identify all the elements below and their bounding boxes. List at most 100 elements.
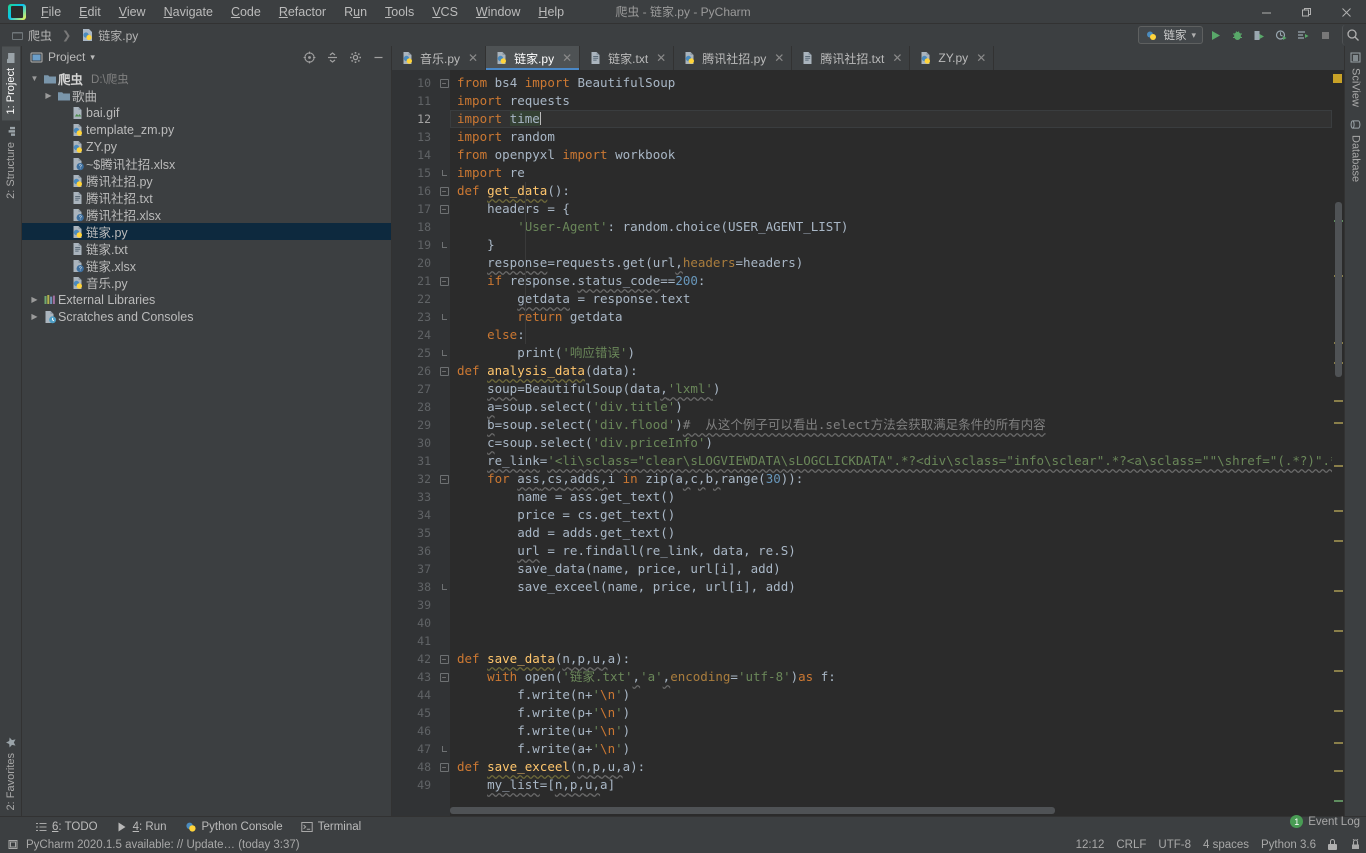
editor-tab[interactable]: 链家.txt ✕ (580, 46, 675, 70)
fold-slot[interactable] (438, 344, 450, 362)
file-encoding[interactable]: UTF-8 (1158, 839, 1191, 851)
tree-item[interactable]: ▶ External Libraries (22, 291, 391, 308)
code-line[interactable]: for ass,cs,adds,i in zip(a,c,b,range(30)… (450, 470, 1332, 488)
fold-slot[interactable]: − (438, 200, 450, 218)
close-tab-icon[interactable]: ✕ (562, 51, 572, 65)
inspections-icon[interactable] (1349, 838, 1362, 851)
code-line[interactable]: f.write(n+'\n') (450, 686, 1332, 704)
tree-item[interactable]: ? 腾讯社招.xlsx (22, 206, 391, 223)
tree-item[interactable]: bai.gif (22, 104, 391, 121)
editor-tab[interactable]: 腾讯社招.txt ✕ (792, 46, 911, 70)
editor-tab[interactable]: 腾讯社招.py ✕ (674, 46, 793, 70)
project-chevron-down-icon[interactable]: ▾ (90, 52, 95, 63)
menu-help[interactable]: Help (529, 2, 573, 22)
tree-item[interactable]: ? ~$腾讯社招.xlsx (22, 155, 391, 172)
menu-refactor[interactable]: Refactor (270, 2, 335, 22)
menu-file[interactable]: File (32, 2, 70, 22)
code-content[interactable]: from bs4 import BeautifulSoup import requ… (450, 70, 1332, 816)
breadcrumb-file[interactable]: 链家.py (78, 26, 141, 45)
tree-item[interactable]: ? 链家.xlsx (22, 257, 391, 274)
fold-slot[interactable]: − (438, 182, 450, 200)
status-message[interactable]: PyCharm 2020.1.5 available: // Update… (… (26, 839, 300, 851)
code-line[interactable]: c=soup.select('div.priceInfo') (450, 434, 1332, 452)
code-line[interactable]: f.write(p+'\n') (450, 704, 1332, 722)
code-line[interactable] (450, 596, 1332, 614)
fold-collapse-icon[interactable]: − (439, 276, 449, 286)
code-line[interactable]: from openpyxl import workbook (450, 146, 1332, 164)
fold-end-icon[interactable] (441, 170, 447, 176)
tree-item[interactable]: ZY.py (22, 138, 391, 155)
caret-position[interactable]: 12:12 (1076, 839, 1105, 851)
target-icon[interactable] (300, 48, 318, 66)
code-line[interactable]: name = ass.get_text() (450, 488, 1332, 506)
code-line[interactable]: url = re.findall(re_link, data, re.S) (450, 542, 1332, 560)
fold-collapse-icon[interactable]: − (439, 654, 449, 664)
fold-collapse-icon[interactable]: − (439, 204, 449, 214)
code-line[interactable]: def save_exceel(n,p,u,a): (450, 758, 1332, 776)
indent-setting[interactable]: 4 spaces (1203, 839, 1249, 851)
tree-item[interactable]: 链家.py (22, 223, 391, 240)
editor-marker-track[interactable] (1332, 70, 1344, 816)
fold-slot[interactable]: − (438, 668, 450, 686)
code-line[interactable]: headers = { (450, 200, 1332, 218)
run-with-console-icon[interactable] (1293, 25, 1313, 45)
tool-window-terminal[interactable]: Terminal (292, 819, 370, 835)
code-line[interactable] (450, 632, 1332, 650)
code-line[interactable]: from bs4 import BeautifulSoup (450, 74, 1332, 92)
line-separator[interactable]: CRLF (1116, 839, 1146, 851)
profile-icon[interactable] (1271, 25, 1291, 45)
tree-item[interactable]: ▼ 爬虫 D:\爬虫 (22, 70, 391, 87)
run-icon[interactable] (1205, 25, 1225, 45)
tree-item[interactable]: 音乐.py (22, 274, 391, 291)
tree-item[interactable]: 腾讯社招.py (22, 172, 391, 189)
code-line[interactable]: import requests (450, 92, 1332, 110)
code-line[interactable]: soup=BeautifulSoup(data,'lxml') (450, 380, 1332, 398)
menu-code[interactable]: Code (222, 2, 270, 22)
fold-slot[interactable] (438, 308, 450, 326)
code-line[interactable]: add = adds.get_text() (450, 524, 1332, 542)
tree-item[interactable]: 链家.txt (22, 240, 391, 257)
tree-item[interactable]: 腾讯社招.txt (22, 189, 391, 206)
tree-expand-arrow[interactable]: ▶ (42, 91, 55, 100)
fold-slot[interactable]: − (438, 362, 450, 380)
fold-slot[interactable]: − (438, 758, 450, 776)
run-configuration-selector[interactable]: 链家 ▾ (1138, 26, 1203, 44)
fold-collapse-icon[interactable]: − (439, 186, 449, 196)
tool-strip-tab-project[interactable]: 1: Project (1, 46, 20, 121)
code-line[interactable]: my_list=[n,p,u,a] (450, 776, 1332, 794)
code-line[interactable]: def get_data(): (450, 182, 1332, 200)
inspection-warning-marker[interactable] (1333, 74, 1342, 83)
code-line[interactable]: import time (450, 110, 1332, 128)
fold-slot[interactable] (438, 740, 450, 758)
fold-collapse-icon[interactable]: − (439, 78, 449, 88)
code-line[interactable]: f.write(a+'\n') (450, 740, 1332, 758)
editor-vertical-scrollbar[interactable] (1335, 202, 1342, 377)
coverage-icon[interactable] (1249, 25, 1269, 45)
editor-tab[interactable]: 音乐.py ✕ (392, 46, 487, 70)
menu-edit[interactable]: Edit (70, 2, 110, 22)
code-line[interactable]: import re (450, 164, 1332, 182)
fold-end-icon[interactable] (441, 584, 447, 590)
code-line[interactable]: response=requests.get(url,headers=header… (450, 254, 1332, 272)
fold-end-icon[interactable] (441, 350, 447, 356)
tool-strip-tab-favorites[interactable]: 2: Favorites (2, 730, 20, 816)
maximize-button[interactable] (1286, 0, 1326, 24)
code-line[interactable]: getdata = response.text (450, 290, 1332, 308)
event-log-button[interactable]: 1 Event Log (1290, 815, 1360, 828)
fold-slot[interactable] (438, 164, 450, 182)
code-line[interactable]: import random (450, 128, 1332, 146)
fold-collapse-icon[interactable]: − (439, 474, 449, 484)
close-tab-icon[interactable]: ✕ (468, 51, 478, 65)
editor-tab[interactable]: 链家.py ✕ (486, 46, 581, 70)
tool-window-todo[interactable]: 6: TODO (26, 819, 107, 835)
code-line[interactable] (450, 614, 1332, 632)
fold-collapse-icon[interactable]: − (439, 672, 449, 682)
gear-icon[interactable] (346, 48, 364, 66)
code-line[interactable]: def save_data(n,p,u,a): (450, 650, 1332, 668)
code-line[interactable]: def analysis_data(data): (450, 362, 1332, 380)
tool-strip-tab-sciview[interactable]: SciView (1347, 46, 1365, 113)
code-line[interactable]: 'User-Agent': random.choice(USER_AGENT_L… (450, 218, 1332, 236)
tree-expand-arrow[interactable]: ▼ (28, 74, 41, 83)
fold-slot[interactable]: − (438, 74, 450, 92)
tree-item[interactable]: ▶ 歌曲 (22, 87, 391, 104)
